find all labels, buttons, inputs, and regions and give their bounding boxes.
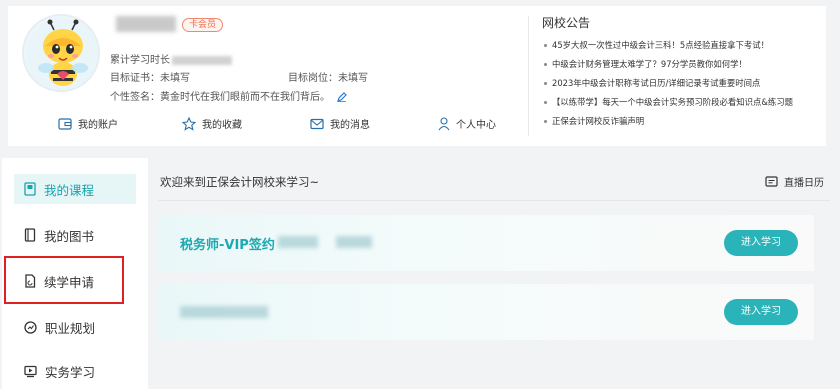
main-panel: 欢迎来到正保会计网校来学习~ 直播日历 税务师-VIP签约 进入学习 进入学习 [148,158,830,389]
notice-item[interactable]: 中级会计财务管理太难学了？97分学员教你如何学！ [542,55,822,74]
course-card: 税务师-VIP签约 进入学习 [158,215,814,271]
course-icon [24,182,36,196]
notice-item[interactable]: 【以练带学】每天一个中级会计实务预习阶段必看知识点&练习题 [542,93,822,112]
enter-study-button[interactable]: 进入学习 [724,230,798,256]
target-cert-label: 目标证书： [110,73,160,84]
plan-icon [24,320,37,334]
sidebar-item-my-courses[interactable]: 我的课程 [14,174,136,204]
enter-study-button[interactable]: 进入学习 [724,299,798,325]
user-icon [438,116,450,130]
quick-link-label: 我的账户 [78,120,118,131]
study-time-label: 累计学习时长 [110,55,170,66]
quick-link-label: 个人中心 [456,120,496,131]
notice-item[interactable]: 正保会计网校反诈骗声明 [542,112,822,131]
profile-card: 卡会员 累计学习时长 目标证书：未填写 目标岗位：未填写 个性签名：黄金时代在我… [8,6,826,146]
highlight-box [4,256,124,304]
quick-link-personal-center[interactable]: 个人中心 [438,116,496,131]
quick-link-favorites[interactable]: 我的收藏 [182,116,242,131]
divider [528,16,529,136]
practice-icon [24,365,37,377]
divider [158,200,830,201]
target-post: 目标岗位：未填写 [288,69,368,84]
quick-link-messages[interactable]: 我的消息 [310,116,370,131]
sidebar-item-label: 职业规划 [45,320,96,336]
target-post-value: 未填写 [338,73,368,84]
notice-item[interactable]: 45岁大叔一次性过中级会计三科！5点经验直接拿下考试！ [542,36,822,55]
study-time: 累计学习时长 [110,51,232,66]
quick-link-label: 我的收藏 [202,120,242,131]
signature-value: 黄金时代在我们眼前而不在我们背后。 [160,92,330,103]
mail-icon [310,118,324,129]
live-calendar-link[interactable]: 直播日历 [765,174,824,189]
study-time-blurred [172,55,232,65]
target-cert-value: 未填写 [160,73,190,84]
star-icon [182,116,196,131]
sidebar-item-my-books[interactable]: 我的图书 [14,220,136,250]
course-title-blurred [180,306,268,318]
notice-item[interactable]: 2023年中级会计职称考试日历/详细记录考试重要时间点 [542,74,822,93]
signature: 个性签名：黄金时代在我们眼前而不在我们背后。 [110,88,348,103]
wallet-icon [58,117,72,130]
course-title-blurred [336,236,372,248]
sidebar-item-label: 我的课程 [44,182,95,198]
member-badge: 卡会员 [182,18,224,32]
signature-label: 个性签名： [110,92,160,103]
username-blurred [116,16,176,32]
notice-list: 45岁大叔一次性过中级会计三科！5点经验直接拿下考试！ 中级会计财务管理太难学了… [542,36,822,131]
notice-title: 网校公告 [542,16,591,30]
avatar[interactable] [22,14,100,92]
book-icon [24,228,36,242]
sidebar-item-label: 我的图书 [44,228,95,244]
course-title-blurred [278,236,318,248]
quick-link-label: 我的消息 [330,120,370,131]
quick-link-account[interactable]: 我的账户 [58,116,118,131]
welcome-text: 欢迎来到正保会计网校来学习~ [160,175,320,189]
live-calendar-label: 直播日历 [784,178,824,189]
sidebar-item-practice[interactable]: 实务学习 [14,356,136,386]
course-card: 进入学习 [158,284,814,340]
edit-icon[interactable] [337,92,348,102]
course-title[interactable]: 税务师-VIP签约 [180,234,275,253]
bee-mascot-icon [26,18,98,90]
calendar-icon [765,176,778,187]
sidebar-item-label: 实务学习 [45,364,96,380]
sidebar-item-career-plan[interactable]: 职业规划 [14,312,136,342]
target-cert: 目标证书：未填写 [110,69,190,84]
target-post-label: 目标岗位： [288,73,338,84]
